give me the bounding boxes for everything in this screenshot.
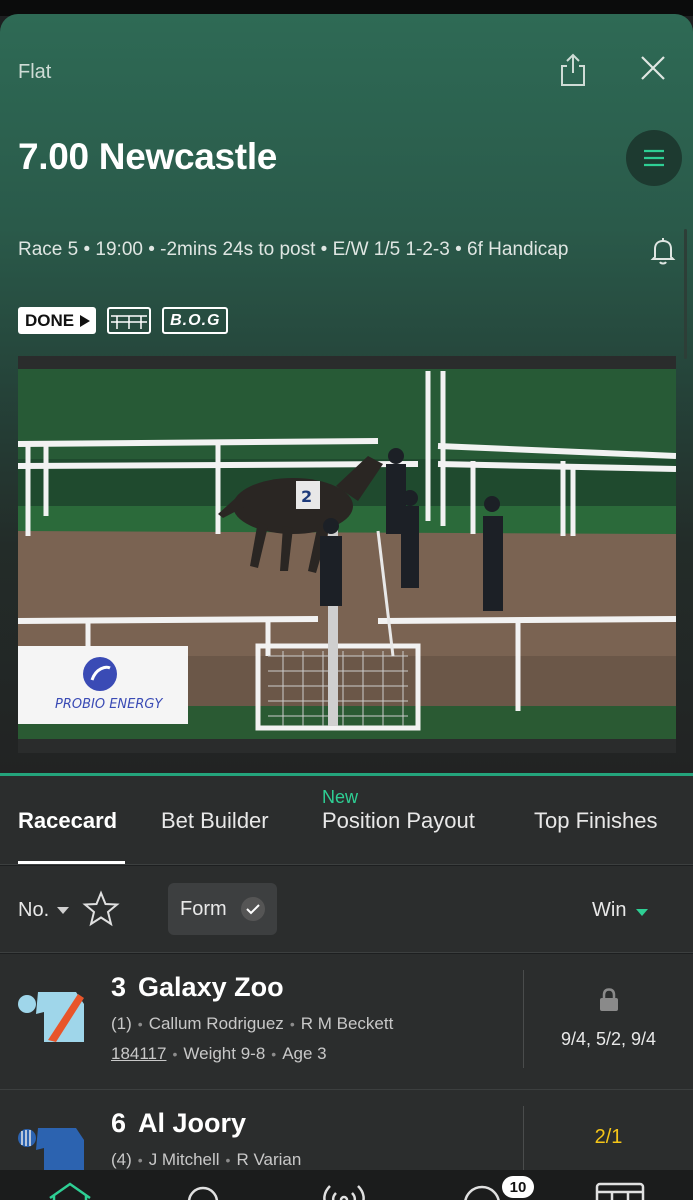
- race-info: Race 5 • 19:00 • -2mins 24s to post • E/…: [18, 239, 569, 260]
- star-icon[interactable]: [82, 890, 120, 928]
- race-badges: DONE B.O.G: [18, 307, 229, 334]
- race-category: Flat: [18, 61, 52, 83]
- race-title: 7.00 Newcastle: [18, 136, 278, 177]
- caret-down-icon: [636, 908, 649, 916]
- caret-down-icon: [57, 907, 70, 914]
- close-icon[interactable]: [637, 52, 669, 84]
- tab-racecard[interactable]: Racecard: [18, 808, 117, 834]
- share-icon[interactable]: [558, 52, 588, 88]
- form-figures-link[interactable]: 184117: [111, 1044, 166, 1063]
- race-tabs: Racecard Bet Builder New Position Payout…: [0, 776, 693, 865]
- bets-count-badge: 10: [502, 1176, 534, 1198]
- tab-top-finishes[interactable]: Top Finishes: [534, 808, 658, 834]
- scrollbar[interactable]: [684, 229, 687, 359]
- jockey-silks-icon: [18, 984, 86, 1046]
- menu-icon[interactable]: [626, 130, 682, 186]
- sponsor-banner: PROBIO ENERGY: [55, 697, 163, 712]
- active-tab-indicator: [18, 861, 125, 864]
- odds-divider: [523, 970, 524, 1068]
- form-toggle-button[interactable]: Form: [168, 883, 277, 935]
- race-header: Flat 7.00 Newcastle Race 5 • 19:00 • -2m…: [0, 14, 693, 774]
- market-dropdown[interactable]: Win: [592, 899, 649, 922]
- bell-icon[interactable]: [647, 234, 679, 266]
- search-icon[interactable]: [178, 1180, 230, 1200]
- filter-bar: No. Form Win: [0, 866, 693, 953]
- odds-button[interactable]: 2/1: [524, 1126, 693, 1149]
- menu-grid-icon[interactable]: [594, 1180, 646, 1200]
- runner-connections: (1) • Callum Rodriguez • R M Beckett: [111, 1014, 394, 1033]
- runner-details: 184117 • Weight 9-8 • Age 3: [111, 1044, 327, 1063]
- lock-icon: [598, 988, 620, 1012]
- racecourse-icon: [107, 307, 152, 334]
- bottom-nav: [0, 1170, 693, 1200]
- tab-bet-builder[interactable]: Bet Builder: [161, 808, 269, 834]
- new-tag: New: [322, 787, 359, 807]
- saddle-cloth-number: 2: [301, 487, 312, 506]
- home-icon[interactable]: [44, 1180, 96, 1200]
- sort-dropdown[interactable]: No.: [18, 899, 70, 922]
- play-icon: [80, 314, 91, 327]
- my-bets-icon[interactable]: [456, 1180, 508, 1200]
- tab-position-payout[interactable]: Position Payout: [322, 808, 475, 834]
- bog-badge: B.O.G: [162, 307, 229, 334]
- runner-name: 3 Galaxy Zoo: [111, 972, 284, 1002]
- odds-history: 9/4, 5/2, 9/4: [560, 1029, 657, 1049]
- done-badge: DONE: [18, 307, 97, 334]
- runner-row[interactable]: 3 Galaxy Zoo (1) • Callum Rodriguez • R M Bec…: [0, 954, 693, 1090]
- check-icon: [240, 897, 265, 921]
- race-video[interactable]: PROBIO ENERGY 2: [18, 356, 676, 753]
- runner-name: 6 Al Joory: [111, 1108, 247, 1138]
- runner-connections: (4) • J Mitchell • R Varian: [111, 1150, 302, 1169]
- live-icon[interactable]: [318, 1180, 370, 1200]
